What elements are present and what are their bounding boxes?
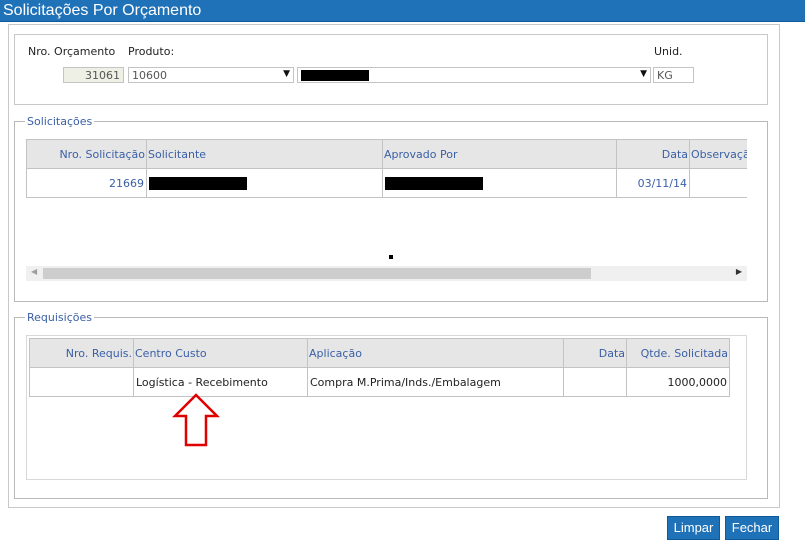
redacted-solicitante — [149, 176, 247, 190]
limpar-button[interactable]: Limpar — [667, 516, 720, 540]
produto-label: Produto: — [128, 45, 175, 58]
cell-solicitante — [146, 168, 383, 198]
window-title-bar: Solicitações Por Orçamento — [0, 0, 805, 22]
produto-code-value: 10600 — [132, 69, 167, 82]
redacted-aprovado-por — [385, 176, 483, 190]
chevron-down-icon: ▼ — [640, 69, 647, 79]
requisicoes-grid-area: Nro. Requis. Centro Custo Aplicação Data… — [26, 335, 747, 480]
solicitacoes-grid-area: Nro. Solicitação Solicitante Aprovado Po… — [26, 139, 747, 266]
solicitacoes-legend: Solicitações — [25, 115, 95, 128]
col-header-qtde-solicitada[interactable]: Qtde. Solicitada — [626, 338, 730, 368]
cell-data: 03/11/14 — [616, 168, 690, 198]
col-header-solicitante[interactable]: Solicitante — [146, 139, 383, 169]
cell-data — [563, 367, 627, 397]
col-header-aplicacao[interactable]: Aplicação — [307, 338, 564, 368]
nro-orcamento-field[interactable]: 31061 — [63, 67, 124, 83]
cell-aprovado-por — [382, 168, 617, 198]
nro-orcamento-label: Nro. Orçamento — [28, 45, 116, 58]
window-title: Solicitações Por Orçamento — [3, 2, 202, 19]
header-panel: Nro. Orçamento Produto: Unid. 31061 1060… — [14, 34, 768, 105]
col-header-centro-custo[interactable]: Centro Custo — [133, 338, 308, 368]
scroll-right-icon[interactable]: ▶ — [736, 267, 742, 276]
unid-field[interactable]: KG — [653, 67, 694, 83]
col-header-data[interactable]: Data — [563, 338, 627, 368]
produto-code-select[interactable]: 10600 ▼ — [128, 67, 294, 83]
solicitacoes-horizontal-scrollbar[interactable]: ◀ ▶ — [26, 266, 747, 281]
table-row[interactable]: Logística - Recebimento Compra M.Prima/I… — [29, 367, 730, 397]
table-header-row: Nro. Solicitação Solicitante Aprovado Po… — [26, 139, 747, 169]
requisicoes-legend: Requisições — [25, 311, 94, 324]
solicitacoes-table: Nro. Solicitação Solicitante Aprovado Po… — [26, 139, 747, 198]
chevron-down-icon: ▼ — [283, 69, 290, 79]
cell-nro-requis — [29, 367, 134, 397]
scrollbar-thumb[interactable] — [43, 268, 591, 279]
scroll-left-icon[interactable]: ◀ — [31, 267, 37, 276]
unid-label: Unid. — [654, 45, 683, 58]
requisicoes-table: Nro. Requis. Centro Custo Aplicação Data… — [29, 338, 730, 397]
col-header-aprovado-por[interactable]: Aprovado Por — [382, 139, 617, 169]
cell-nro-solicitacao[interactable]: 21669 — [26, 168, 147, 198]
cell-observacao — [689, 168, 747, 198]
stray-dot — [389, 255, 393, 259]
table-header-row: Nro. Requis. Centro Custo Aplicação Data… — [29, 338, 730, 368]
table-row[interactable]: 21669 03/11/14 — [26, 168, 747, 198]
red-up-arrow-icon — [172, 393, 221, 447]
col-header-data[interactable]: Data — [616, 139, 690, 169]
col-header-nro-requis[interactable]: Nro. Requis. — [29, 338, 134, 368]
fechar-button[interactable]: Fechar — [725, 516, 779, 540]
produto-description-select[interactable]: ▼ — [297, 67, 651, 83]
col-header-observacao[interactable]: Observaçã — [689, 139, 747, 169]
cell-qtde-solicitada: 1000,0000 — [626, 367, 730, 397]
col-header-nro-solicitacao[interactable]: Nro. Solicitação — [26, 139, 147, 169]
redacted-produto-description — [301, 70, 369, 81]
cell-aplicacao: Compra M.Prima/Inds./Embalagem — [307, 367, 564, 397]
